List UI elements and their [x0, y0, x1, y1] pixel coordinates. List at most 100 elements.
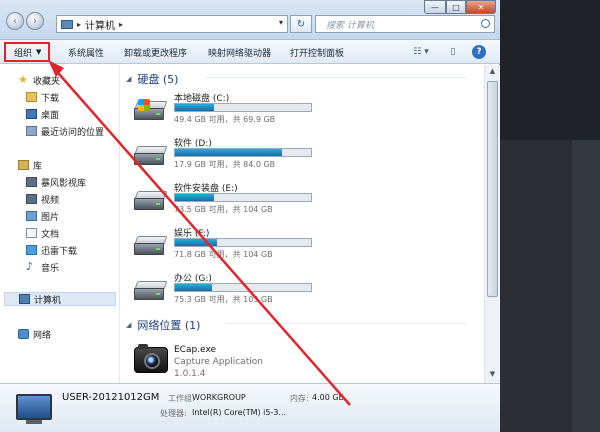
- hard-disk-icon: [134, 191, 168, 213]
- group-divider: [206, 77, 466, 78]
- drive-usage-bar: [174, 238, 312, 247]
- nav-pictures[interactable]: 图片: [26, 209, 59, 223]
- drive-item[interactable]: 软件安装盘 (E:) 73.5 GB 可用，共 104 GB: [134, 181, 324, 221]
- nav-documents-label: 文档: [41, 229, 60, 240]
- preview-pane-icon[interactable]: ▯: [446, 45, 460, 59]
- organize-label: 组织: [14, 48, 33, 59]
- music-icon: ♪: [26, 260, 34, 273]
- computer-name: USER-20121012GM: [62, 392, 160, 403]
- disks-group-title: 硬盘 (5): [137, 73, 179, 86]
- nav-pictures-label: 图片: [41, 212, 60, 223]
- nav-recent-label: 最近访问的位置: [41, 127, 105, 138]
- drive-usage-fill: [175, 149, 283, 156]
- maximize-button[interactable]: □: [446, 0, 466, 14]
- drive-space-info: 17.9 GB 可用，共 84.0 GB: [174, 160, 276, 169]
- uninstall-program-button[interactable]: 卸载或更改程序: [124, 46, 187, 59]
- search-input[interactable]: 搜索 计算机: [315, 15, 495, 33]
- search-icon: [481, 19, 490, 28]
- network-location-ecap[interactable]: ECap.exe Capture Application 1.0.1.4: [134, 343, 334, 387]
- minimize-button[interactable]: —: [424, 0, 446, 14]
- windows-logo-icon: [138, 99, 150, 111]
- address-dropdown-icon[interactable]: ▾: [279, 18, 283, 27]
- drive-item[interactable]: 软件 (D:) 17.9 GB 可用，共 84.0 GB: [134, 136, 324, 176]
- memory-label: 内存:: [290, 394, 309, 403]
- help-icon[interactable]: ?: [472, 45, 486, 59]
- search-placeholder: 搜索 计算机: [326, 20, 374, 31]
- chevron-down-icon: ▼: [36, 48, 42, 56]
- map-network-drive-button[interactable]: 映射网络驱动器: [208, 46, 271, 59]
- drive-item[interactable]: 办公 (G:) 75.3 GB 可用，共 103 GB: [134, 271, 324, 311]
- nav-documents[interactable]: 文档: [26, 226, 59, 240]
- forward-arrow-icon: ›: [33, 15, 37, 27]
- nav-storm-video[interactable]: 暴风影视库: [26, 175, 86, 189]
- workgroup-label: 工作组:: [168, 394, 195, 403]
- nav-desktop[interactable]: 桌面: [26, 107, 59, 121]
- network-group-header[interactable]: ◢ 网络位置 (1): [126, 317, 476, 333]
- minimize-icon: —: [431, 2, 439, 12]
- back-arrow-icon: ‹: [13, 15, 17, 27]
- hard-disk-icon: [134, 99, 168, 123]
- nav-music[interactable]: ♪ 音乐: [26, 260, 59, 274]
- nav-thunder-label: 迅雷下载: [41, 246, 78, 257]
- close-icon: ✕: [477, 2, 485, 12]
- nav-videos-label: 视频: [41, 195, 60, 206]
- drive-usage-fill: [175, 239, 218, 246]
- videos-icon: [26, 194, 37, 204]
- breadcrumb-computer[interactable]: 计算机: [85, 17, 115, 32]
- nav-favorites[interactable]: ★ 收藏夹: [18, 73, 60, 87]
- drive-item[interactable]: 娱乐 (F:) 71.8 GB 可用，共 104 GB: [134, 226, 324, 266]
- nav-videos[interactable]: 视频: [26, 192, 59, 206]
- nav-libraries[interactable]: 库: [18, 158, 42, 172]
- desktop-side-area: [572, 140, 600, 432]
- content-pane: ◢ 硬盘 (5) 本地磁盘 (C:) 49.4 GB 可用，共 69.9 GB 软件…: [120, 65, 484, 383]
- workgroup-value: WORKGROUP: [192, 393, 246, 402]
- app-version: 1.0.1.4: [174, 369, 206, 379]
- star-icon: ★: [18, 73, 28, 86]
- system-properties-button[interactable]: 系统属性: [68, 46, 104, 59]
- scroll-down-icon[interactable]: ▼: [487, 370, 498, 381]
- breadcrumb-separator-after[interactable]: ▸: [119, 20, 123, 29]
- nav-network[interactable]: 网络: [18, 327, 51, 341]
- close-button[interactable]: ✕: [466, 0, 496, 14]
- details-pane: USER-20121012GM 工作组: WORKGROUP 内存: 4.00 …: [0, 383, 500, 432]
- drive-space-info: 75.3 GB 可用，共 103 GB: [174, 295, 273, 304]
- back-button[interactable]: ‹: [6, 12, 24, 30]
- processor-value: Intel(R) Core(TM) i5-3...: [192, 408, 287, 417]
- drive-usage-fill: [175, 194, 215, 201]
- camera-icon: [134, 344, 168, 373]
- group-divider: [226, 323, 466, 324]
- collapse-triangle-icon: ◢: [126, 75, 132, 83]
- navigation-pane: ★ 收藏夹 下载 桌面 最近访问的位置 库 暴风影视库 视频 图片 文档 迅雷下…: [0, 65, 120, 383]
- nav-music-label: 音乐: [41, 263, 60, 274]
- app-description: Capture Application: [174, 357, 263, 367]
- vertical-scrollbar[interactable]: ▲ ▼: [484, 65, 500, 383]
- disks-group-header[interactable]: ◢ 硬盘 (5): [126, 71, 476, 87]
- nav-computer[interactable]: 计算机: [4, 292, 116, 306]
- computer-icon: [19, 294, 30, 304]
- forward-button[interactable]: ›: [26, 12, 44, 30]
- nav-recent-places[interactable]: 最近访问的位置: [26, 124, 104, 138]
- desktop-background: [500, 0, 600, 432]
- refresh-button[interactable]: ↻: [290, 15, 312, 33]
- drive-item[interactable]: 本地磁盘 (C:) 49.4 GB 可用，共 69.9 GB: [134, 91, 324, 131]
- breadcrumb-separator: ▸: [77, 19, 82, 29]
- nav-desktop-label: 桌面: [41, 110, 60, 121]
- scroll-thumb[interactable]: [487, 81, 498, 297]
- view-options-icon[interactable]: ☷ ▾: [408, 45, 434, 59]
- explorer-window: ‹ › ▸ 计算机 ▸ ▾ ↻ 搜索 计算机 — □ ✕ 组织 ▼ 系统属性 卸…: [0, 0, 500, 432]
- network-group-title: 网络位置 (1): [137, 319, 201, 332]
- title-bar: ‹ › ▸ 计算机 ▸ ▾ ↻ 搜索 计算机 — □ ✕: [0, 0, 500, 40]
- desktop-icon: [26, 109, 37, 119]
- organize-button[interactable]: 组织 ▼: [4, 42, 50, 62]
- memory-value: 4.00 GB: [312, 393, 345, 402]
- scroll-up-icon[interactable]: ▲: [487, 67, 498, 78]
- network-icon: [18, 329, 29, 339]
- hard-disk-icon: [134, 281, 168, 303]
- open-control-panel-button[interactable]: 打开控制面板: [290, 46, 344, 59]
- address-bar[interactable]: ▸ 计算机 ▸ ▾: [56, 15, 288, 33]
- nav-downloads[interactable]: 下载: [26, 90, 59, 104]
- nav-thunder-downloads[interactable]: 迅雷下载: [26, 243, 77, 257]
- nav-libraries-label: 库: [33, 161, 43, 172]
- hard-disk-icon: [134, 236, 168, 258]
- nav-network-label: 网络: [33, 330, 52, 341]
